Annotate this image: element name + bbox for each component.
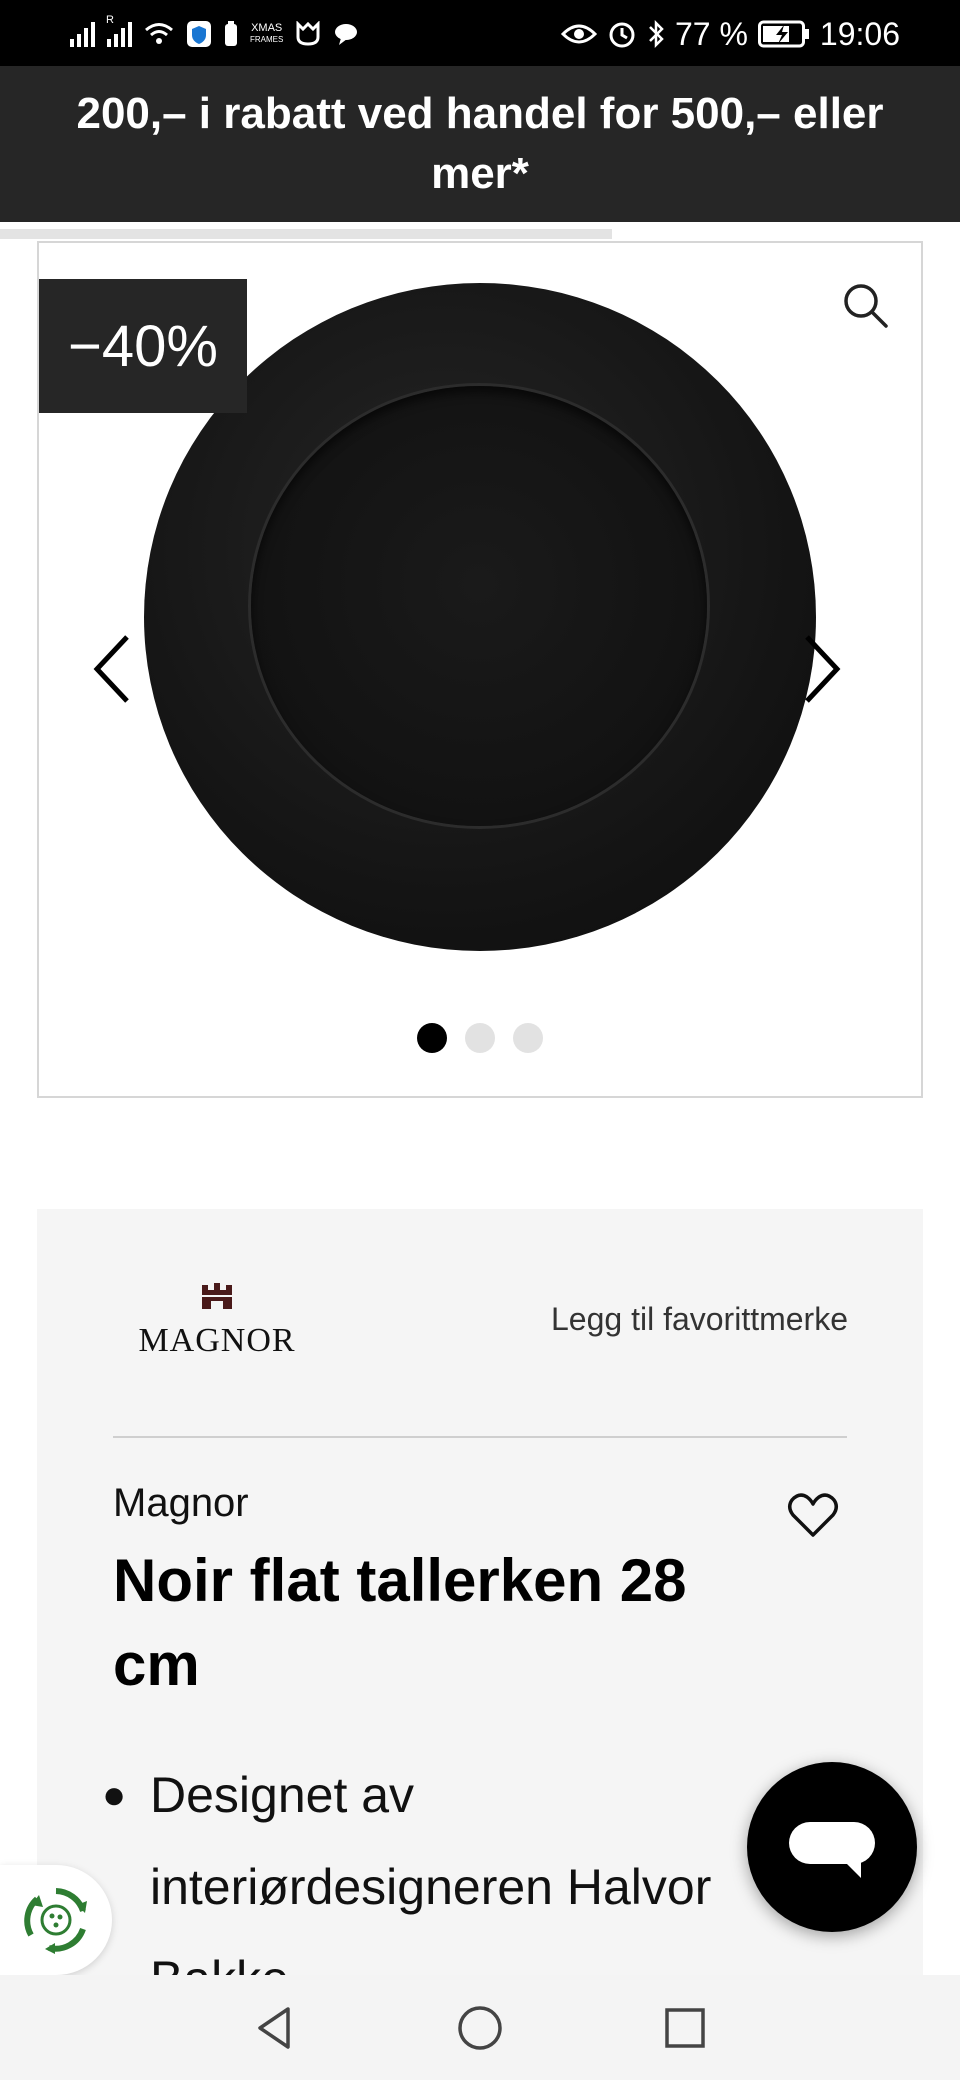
recent-apps-icon[interactable] [660, 2003, 710, 2053]
battery-charging-icon [757, 20, 809, 48]
signal-icon [70, 21, 95, 47]
recycle-icon [24, 1888, 87, 1954]
eco-widget[interactable] [0, 1865, 112, 1975]
phone-battery-icon [225, 21, 237, 46]
status-bar: R XMAS FRAMES 77 % 19:06 [0, 0, 960, 66]
product-image-gallery[interactable]: −40% [37, 241, 923, 1098]
heart-icon[interactable] [785, 1489, 841, 1541]
bluetooth-icon [649, 19, 664, 49]
system-nav-bar [0, 1975, 960, 2080]
eye-icon [560, 24, 597, 44]
sim-label: R [106, 14, 114, 26]
battery-percent: 77 % [674, 15, 748, 52]
magnifier-icon[interactable] [839, 279, 891, 331]
product-info-card: MAGNOR Legg til favorittmerke Magnor Noi… [37, 1209, 923, 2080]
promo-banner[interactable]: 200,– i rabatt ved handel for 500,– elle… [0, 66, 960, 222]
chat-bubble-tail [843, 1860, 861, 1878]
chevron-left-icon[interactable] [89, 629, 135, 709]
xmas-frames-icon: XMAS FRAMES [250, 22, 284, 45]
gallery-dot-1[interactable] [417, 1023, 447, 1053]
gallery-pagination [39, 1023, 921, 1053]
alarm-icon [609, 22, 635, 48]
scroll-progress-bar [0, 229, 612, 239]
crown-icon [202, 1283, 232, 1309]
status-icons-right: 77 % 19:06 [560, 12, 900, 56]
plate-well [251, 386, 707, 826]
chat-button[interactable] [747, 1762, 917, 1932]
brand-name[interactable]: Magnor [113, 1481, 249, 1526]
brand-logo-text: MAGNOR [138, 1322, 296, 1359]
chevron-right-icon[interactable] [799, 629, 845, 709]
app-notification-icon [296, 21, 320, 46]
wifi-icon [145, 23, 173, 44]
chat-bubble-icon [789, 1822, 875, 1864]
gallery-dot-3[interactable] [513, 1023, 543, 1053]
gallery-dot-2[interactable] [465, 1023, 495, 1053]
add-favorite-brand-link[interactable]: Legg til favorittmerke [551, 1301, 848, 1338]
product-title: Noir flat tallerken 28 cm [113, 1547, 687, 1698]
shield-icon [187, 21, 211, 47]
brand-logo[interactable]: MAGNOR [132, 1281, 302, 1371]
clock: 19:06 [819, 15, 900, 52]
message-icon [335, 24, 358, 45]
back-icon[interactable] [250, 2003, 300, 2053]
status-icons-left: R XMAS FRAMES [70, 14, 359, 54]
divider [113, 1436, 847, 1438]
signal-2-icon: R [106, 15, 132, 47]
home-icon[interactable] [455, 2003, 505, 2053]
promo-text: 200,– i rabatt ved handel for 500,– elle… [76, 89, 884, 198]
discount-badge: −40% [39, 279, 247, 413]
